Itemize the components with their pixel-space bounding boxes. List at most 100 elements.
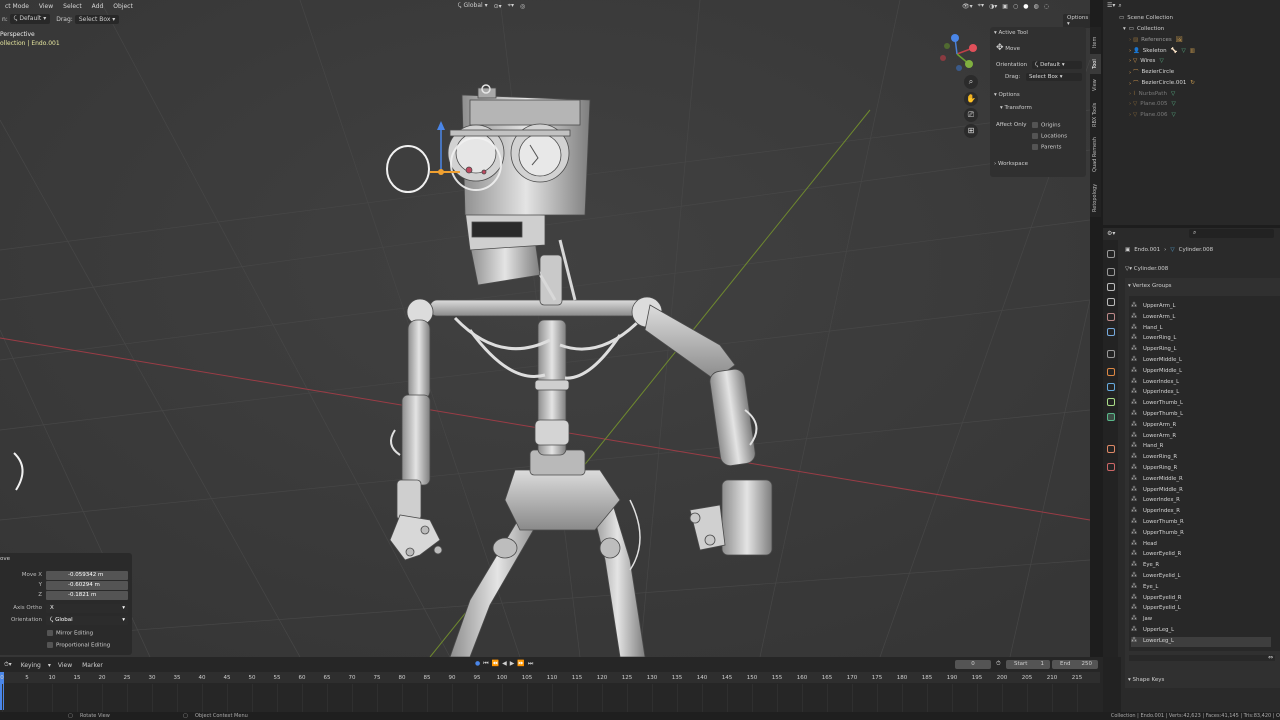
end-frame-field[interactable]: End 250	[1052, 660, 1098, 669]
vertex-group-item[interactable]: ⁂ LowerEyelid_L	[1131, 572, 1181, 582]
workspace-section-header[interactable]: › Workspace	[994, 161, 1028, 167]
vertex-group-item[interactable]: ⁂ UpperThumb_L	[1131, 410, 1183, 420]
jump-start-icon[interactable]: ⏮	[483, 660, 488, 668]
outliner-data-icon[interactable]: ▽	[1172, 101, 1176, 107]
outliner-item[interactable]: › ▨ References 🖼	[1129, 35, 1183, 45]
collection-tab-icon[interactable]	[1107, 350, 1115, 358]
xray-icon[interactable]: ▣	[1002, 3, 1008, 10]
vertex-group-item[interactable]: ⁂ LowerEyelid_R	[1131, 550, 1181, 560]
outliner-item[interactable]: › 👤 Skeleton 🦴 ▽ ▥	[1129, 46, 1195, 56]
vertex-group-item[interactable]: ⁂ LowerMiddle_L	[1131, 356, 1182, 366]
vertex-group-item[interactable]: ⁂ LowerIndex_R	[1131, 496, 1180, 506]
world-tab-icon[interactable]	[1107, 328, 1115, 336]
mode-selector[interactable]: ct Mode	[0, 3, 34, 10]
move-y-field[interactable]: -0.60294 m	[46, 581, 128, 590]
material-tab-icon[interactable]	[1107, 445, 1115, 453]
options-dropdown[interactable]: Options ▾	[1063, 14, 1090, 28]
vertex-group-item[interactable]: ⁂ UpperLeg_L	[1131, 626, 1174, 636]
vertex-group-item[interactable]: ⁂ UpperIndex_R	[1131, 507, 1180, 517]
vertex-group-item[interactable]: ⁂ UpperEyelid_L	[1131, 604, 1181, 614]
physics-tab-icon[interactable]	[1107, 398, 1115, 406]
tab-item[interactable]: Item	[1090, 31, 1101, 53]
auto-keying-icon[interactable]: ●	[475, 660, 480, 668]
vertex-group-item[interactable]: ⁂ LowerMiddle_R	[1131, 475, 1183, 485]
menu-add[interactable]: Add	[87, 3, 109, 10]
outliner-item[interactable]: › ▽ Plane.005 ▽	[1129, 99, 1176, 109]
visibility-icon[interactable]: 👁▾	[962, 3, 973, 10]
jump-end-icon[interactable]: ⏭	[528, 660, 533, 668]
move-x-field[interactable]: -0.059342 m	[46, 571, 128, 580]
frame-clock-icon[interactable]: ⏱	[996, 660, 1001, 668]
outliner-item[interactable]: › ⌒ BezierCircle	[1129, 67, 1174, 77]
proportional-editing-checkbox[interactable]: Proportional Editing	[47, 642, 110, 649]
outliner-data-icon[interactable]: ↻	[1190, 80, 1195, 86]
current-frame-field[interactable]: 0	[955, 660, 991, 669]
vertex-group-item[interactable]: ⁂ LowerThumb_L	[1131, 399, 1183, 409]
texture-tab-icon[interactable]	[1107, 463, 1115, 471]
vertex-group-item[interactable]: ⁂ LowerRing_L	[1131, 334, 1176, 344]
outliner-data-icon[interactable]: ▽	[1172, 112, 1176, 118]
active-tool-header[interactable]: ▾ Active Tool	[994, 30, 1028, 36]
prev-keyframe-icon[interactable]: ⏪	[492, 660, 499, 668]
axis-ortho-dropdown[interactable]: X ▾	[46, 604, 128, 613]
navigation-gizmo[interactable]	[935, 32, 983, 80]
next-keyframe-icon[interactable]: ⏩	[517, 660, 524, 668]
3d-viewport[interactable]: ct Mode View Select Add Object n: ⤹ Defa…	[0, 0, 1090, 657]
play-reverse-icon[interactable]: ◀	[502, 660, 507, 668]
tab-view[interactable]: View	[1090, 75, 1101, 95]
vertex-groups-list-resize[interactable]	[1129, 655, 1275, 661]
outliner-data-icon[interactable]: ▽	[1181, 48, 1185, 54]
shading-wireframe-icon[interactable]: ○	[1013, 3, 1018, 10]
timeline-menu-marker[interactable]: Marker	[77, 662, 108, 669]
tab-tool[interactable]: Tool	[1090, 54, 1101, 74]
vertex-group-item[interactable]: ⁂ Eye_R	[1131, 561, 1159, 571]
move-z-field[interactable]: -0.1821 m	[46, 591, 128, 600]
shading-solid-icon[interactable]: ●	[1023, 3, 1028, 10]
np-drag-dropdown[interactable]: Select Box ▾	[1026, 73, 1082, 81]
outliner-data-icon[interactable]: 🖼	[1176, 37, 1183, 43]
redo-orientation-dropdown[interactable]: ⤹ Global ▾	[46, 616, 128, 625]
camera-icon[interactable]: ⎚	[964, 108, 978, 122]
gizmo-toggle-icon[interactable]: ⌖▾	[978, 2, 984, 10]
vertex-group-item[interactable]: ⁂ Hand_R	[1131, 442, 1163, 452]
outliner-data-icon[interactable]: 🦴	[1171, 48, 1178, 54]
start-frame-field[interactable]: Start 1	[1006, 660, 1050, 669]
vertex-group-item[interactable]: ⁂ LowerLeg_L	[1131, 636, 1271, 647]
properties-editor-icon[interactable]: ⚙▾	[1107, 230, 1115, 237]
snap-icon[interactable]: ⌖▾	[508, 2, 514, 10]
mesh-datablock-selector[interactable]: ▽▾ Cylinder.008	[1125, 266, 1168, 272]
tool-tab-icon[interactable]	[1107, 250, 1115, 258]
timeline-editor-icon[interactable]: ⏱▾	[0, 661, 16, 669]
vertex-group-item[interactable]: ⁂ LowerArm_R	[1131, 432, 1176, 442]
shape-keys-header[interactable]: ▾ Shape Keys	[1128, 677, 1164, 683]
outliner-editor-icon[interactable]: ☰▾	[1107, 2, 1115, 10]
transform-orientation[interactable]: ⤹ Global ▾	[458, 2, 488, 10]
render-tab-icon[interactable]	[1107, 268, 1115, 276]
active-tool-move[interactable]: ✥ Move	[996, 43, 1020, 53]
vertex-group-item[interactable]: ⁂ LowerRing_R	[1131, 453, 1177, 463]
pivot-icon[interactable]: ⊙▾	[494, 3, 502, 10]
orientation-dropdown[interactable]: ⤹ Default ▾	[9, 14, 51, 24]
outliner-item[interactable]: › ⌇ NurbsPath ▽	[1129, 89, 1175, 99]
affect-parents-checkbox[interactable]: Parents	[1032, 144, 1061, 151]
outliner-data-icon[interactable]: ▽	[1159, 58, 1163, 64]
overlay-icon[interactable]: ◑▾	[989, 3, 997, 10]
vertex-group-item[interactable]: ⁂ UpperEyelid_R	[1131, 594, 1181, 604]
outliner-filter-icon[interactable]: ⌕	[1118, 2, 1121, 10]
pan-hand-icon[interactable]: ✋	[964, 92, 978, 106]
zoom-icon[interactable]: ⌕	[964, 75, 978, 89]
outliner-data-icon[interactable]: ▽	[1171, 91, 1175, 97]
vertex-groups-header[interactable]: ▾ Vertex Groups	[1128, 283, 1172, 289]
output-tab-icon[interactable]	[1107, 283, 1115, 291]
vertex-group-item[interactable]: ⁂ LowerArm_L	[1131, 313, 1175, 323]
vertex-group-item[interactable]: ⁂ Head	[1131, 540, 1157, 550]
vertex-group-item[interactable]: ⁂ LowerThumb_R	[1131, 518, 1184, 528]
tab-rbx-tools[interactable]: RBX Tools	[1090, 99, 1101, 131]
menu-view[interactable]: View	[34, 3, 58, 10]
vertex-group-item[interactable]: ⁂ Hand_L	[1131, 324, 1163, 334]
shading-material-icon[interactable]: ◍	[1033, 3, 1038, 10]
vertex-group-item[interactable]: ⁂ UpperArm_R	[1131, 421, 1176, 431]
collection-row[interactable]: ▾ ▭ Collection	[1123, 24, 1164, 34]
np-orientation-dropdown[interactable]: ⤹ Default ▾	[1032, 61, 1082, 69]
transform-subsection-header[interactable]: ▾ Transform	[1000, 105, 1032, 111]
